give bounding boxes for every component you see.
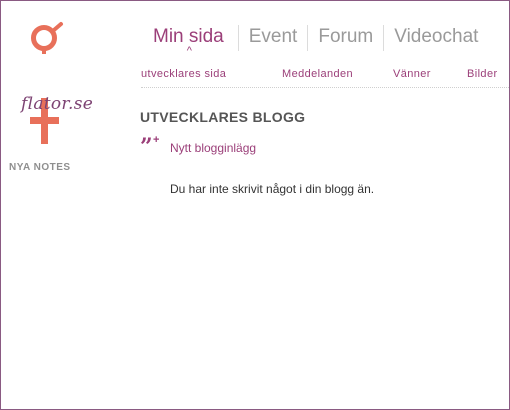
nav-tab-label: Min sida [153, 26, 224, 47]
subnav-link-pictures[interactable]: Bilder [467, 68, 498, 80]
page-title: UTVECKLARES BLOGG [140, 109, 306, 125]
main-navigation: Min sida ^ Event Forum Videochat [141, 25, 488, 57]
nav-tab-label: Forum [318, 26, 374, 47]
sub-navigation: utvecklares sida Meddelanden Vänner Bild… [141, 65, 509, 88]
venus-symbol-icon [30, 22, 63, 144]
nav-tab-min-sida[interactable]: Min sida ^ [141, 25, 238, 57]
nav-tab-label: Videochat [394, 26, 479, 47]
logo-text: flator.se [21, 94, 94, 114]
nav-tab-videochat[interactable]: Videochat [383, 25, 488, 51]
quote-plus-icon: ” + [140, 134, 160, 160]
nav-tab-event[interactable]: Event [237, 25, 308, 51]
empty-blog-message: Du har inte skrivit något i din blogg än… [170, 182, 375, 196]
site-logo[interactable]: flator.se [9, 21, 94, 161]
new-blog-post-link[interactable]: ” + Nytt blogginlägg [140, 134, 257, 160]
new-post-label: Nytt blogginlägg [170, 141, 257, 155]
subnav-link-profile[interactable]: utvecklares sida [141, 68, 226, 80]
subnav-link-friends[interactable]: Vänner [393, 68, 431, 80]
nav-tab-forum[interactable]: Forum [307, 25, 383, 51]
sidebar-notes-heading: NYA NOTES [9, 162, 71, 173]
page-frame: flator.se Min sida ^ Event Forum Videoch… [0, 0, 510, 410]
subnav-link-messages[interactable]: Meddelanden [282, 68, 353, 80]
chevron-up-icon: ^ [186, 45, 192, 57]
nav-tab-label: Event [248, 26, 298, 47]
